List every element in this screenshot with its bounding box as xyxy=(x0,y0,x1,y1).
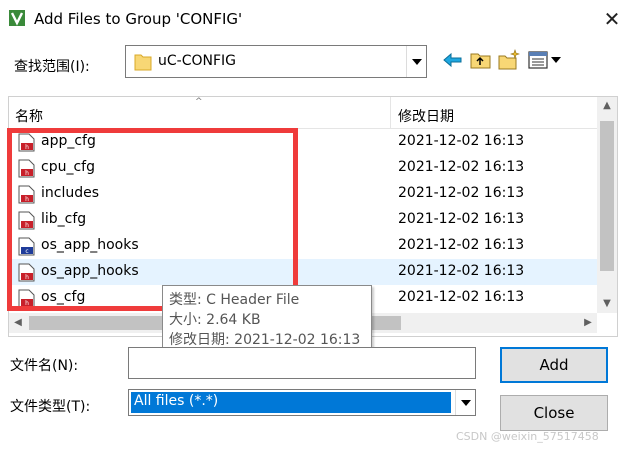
scroll-left-icon[interactable]: ◀ xyxy=(9,313,27,333)
scroll-right-icon[interactable]: ▶ xyxy=(579,313,597,333)
add-files-dialog: Add Files to Group 'CONFIG' ✕ 查找范围(I): u… xyxy=(0,0,631,453)
column-header-date[interactable]: 修改日期 xyxy=(398,106,454,126)
vertical-scrollbar[interactable]: ▲ ▼ xyxy=(597,97,617,313)
title-bar: Add Files to Group 'CONFIG' ✕ xyxy=(0,0,631,38)
file-info-tooltip: 类型: C Header File 大小: 2.64 KB 修改日期: 2021… xyxy=(162,285,372,352)
back-arrow-icon[interactable] xyxy=(441,48,465,72)
watermark: CSDN @weixin_57517458 xyxy=(456,430,599,443)
file-date: 2021-12-02 16:13 xyxy=(398,159,525,175)
file-date: 2021-12-02 16:13 xyxy=(398,133,525,149)
lookin-label: 查找范围(I): xyxy=(14,59,90,75)
tooltip-size: 大小: 2.64 KB xyxy=(169,312,261,328)
annotation-highlight-box xyxy=(7,128,298,311)
filetype-value: All files (*.*) xyxy=(131,392,451,413)
list-header: 名称 ^ 修改日期 xyxy=(9,97,598,129)
tooltip-type: 类型: C Header File xyxy=(169,292,300,308)
up-folder-icon[interactable] xyxy=(469,48,493,72)
lookin-dropdown[interactable]: uC-CONFIG xyxy=(125,45,427,78)
file-date: 2021-12-02 16:13 xyxy=(398,237,525,253)
chevron-down-icon[interactable] xyxy=(455,390,475,415)
filetype-dropdown[interactable]: All files (*.*) xyxy=(128,389,476,416)
scroll-thumb[interactable] xyxy=(600,121,614,271)
new-folder-icon[interactable] xyxy=(497,48,521,72)
chevron-down-icon[interactable] xyxy=(406,46,426,77)
filename-input[interactable] xyxy=(128,347,476,379)
close-button[interactable]: Close xyxy=(500,395,608,431)
keil-app-icon xyxy=(9,10,25,26)
column-header-name[interactable]: 名称 xyxy=(15,106,43,126)
filename-label: 文件名(N): xyxy=(10,358,79,374)
file-date: 2021-12-02 16:13 xyxy=(398,263,525,279)
dialog-title: Add Files to Group 'CONFIG' xyxy=(34,10,243,28)
add-button[interactable]: Add xyxy=(500,347,608,383)
file-date: 2021-12-02 16:13 xyxy=(398,211,525,227)
file-date: 2021-12-02 16:13 xyxy=(398,185,525,201)
folder-icon xyxy=(134,54,152,71)
scroll-down-icon[interactable]: ▼ xyxy=(597,295,617,313)
close-window-icon[interactable]: ✕ xyxy=(598,6,626,32)
lookin-value: uC-CONFIG xyxy=(158,53,236,69)
column-divider[interactable] xyxy=(390,97,391,129)
file-date: 2021-12-02 16:13 xyxy=(398,289,525,305)
sort-indicator-icon: ^ xyxy=(195,97,203,107)
scroll-up-icon[interactable]: ▲ xyxy=(597,97,617,115)
filetype-label: 文件类型(T): xyxy=(10,399,91,415)
view-menu-icon[interactable] xyxy=(527,48,563,72)
